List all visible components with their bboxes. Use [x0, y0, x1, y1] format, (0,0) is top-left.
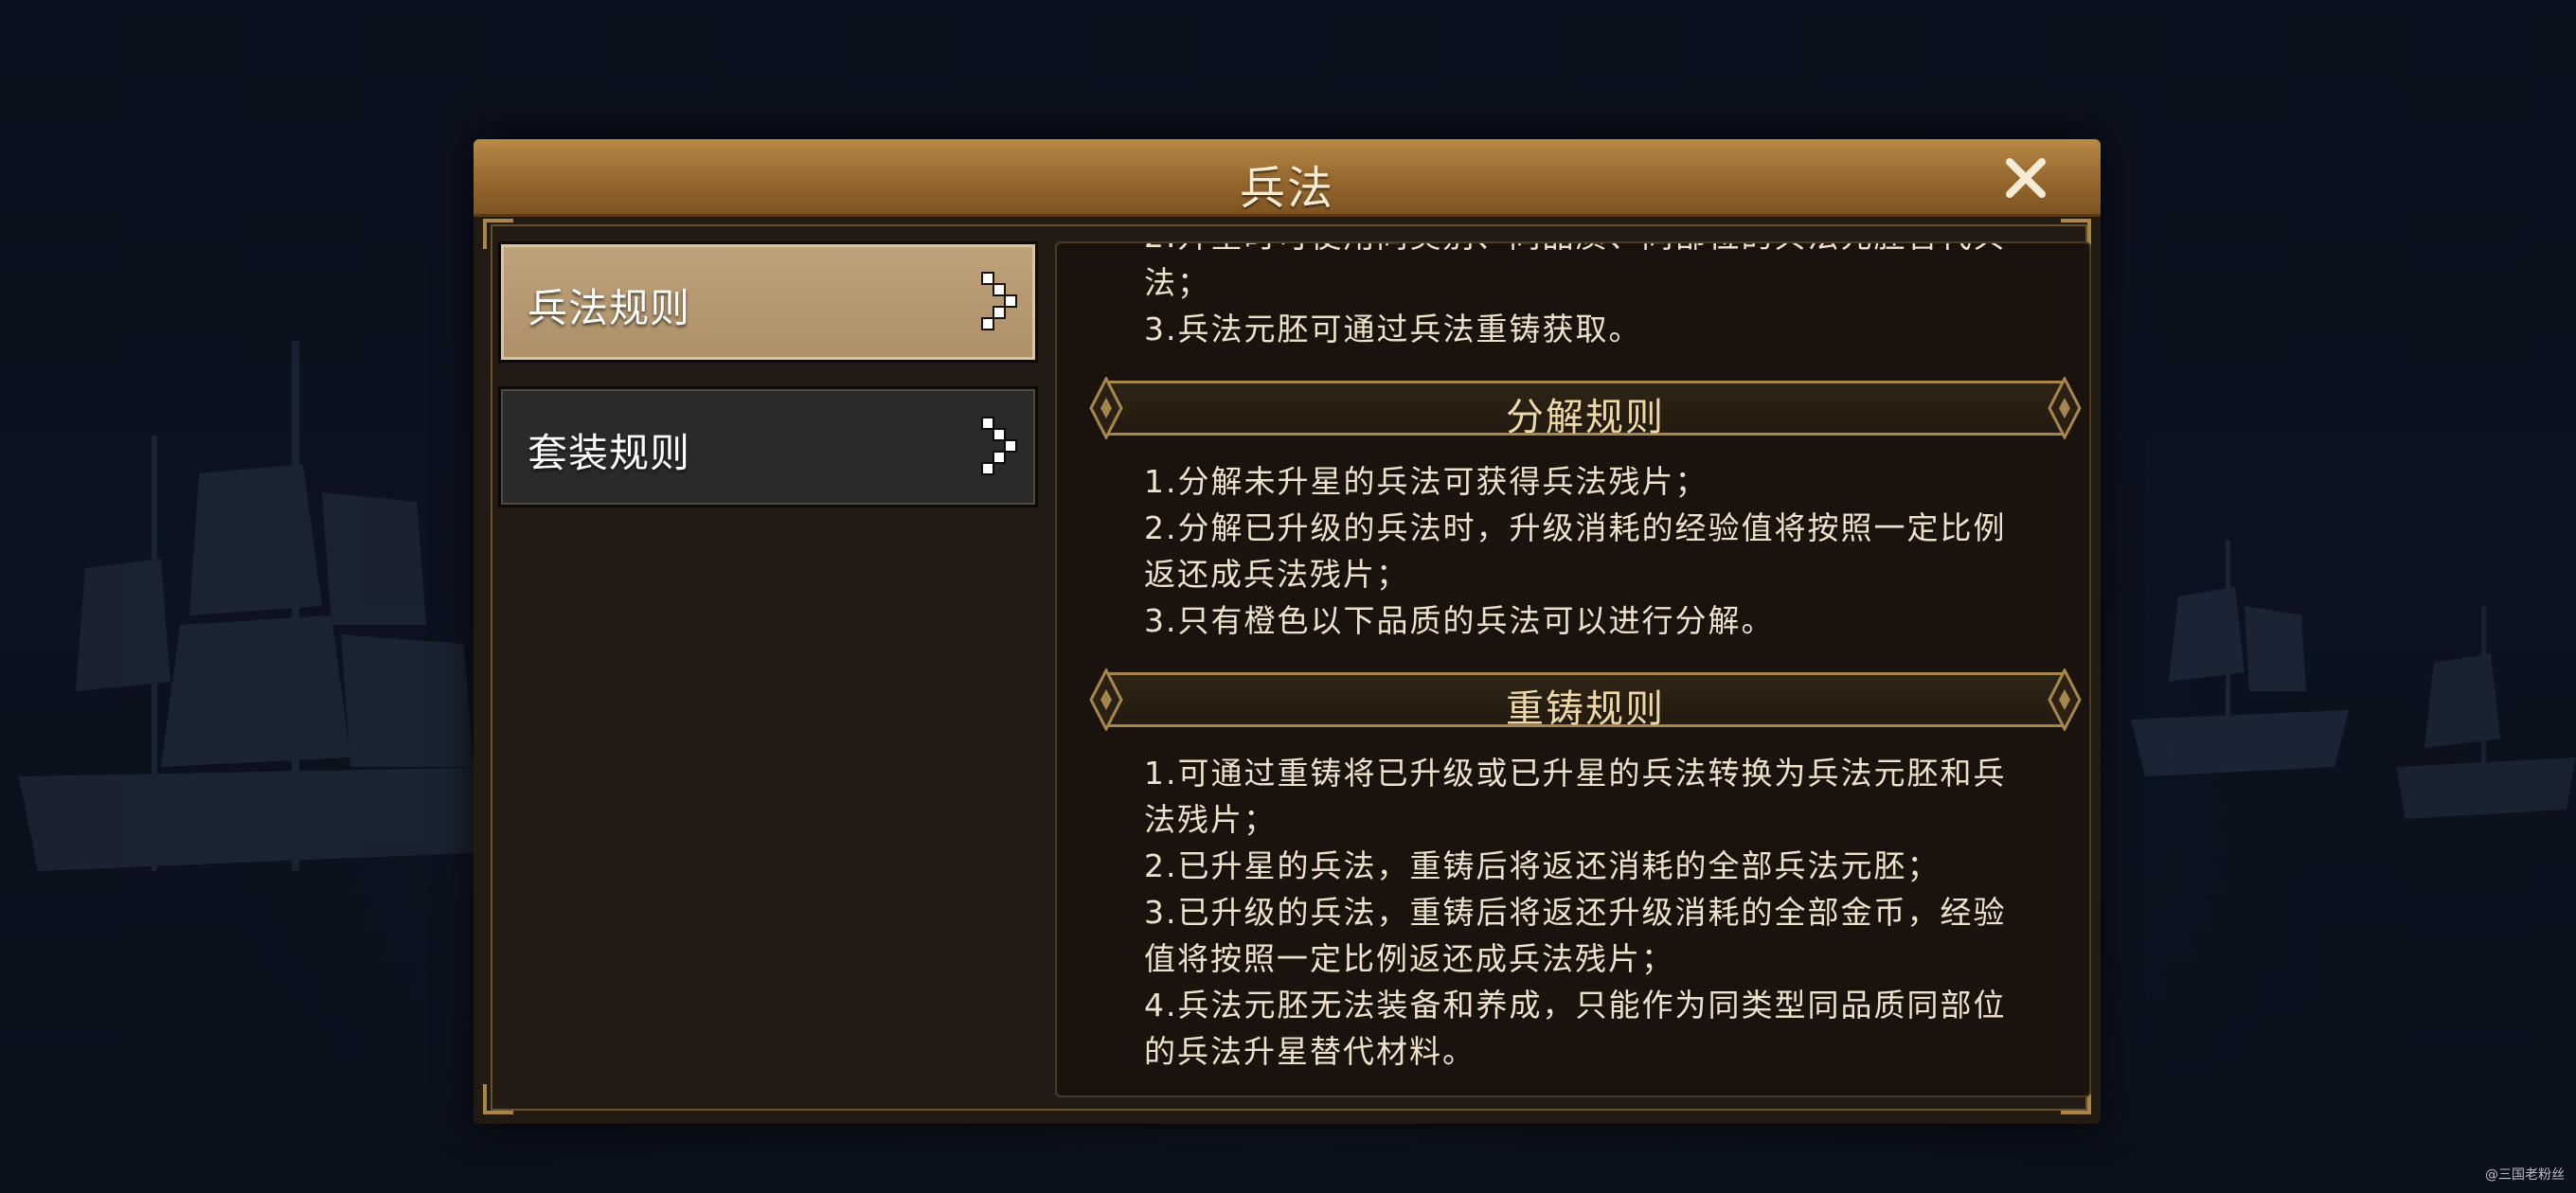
rule-line: 2.分解已升级的兵法时，升级消耗的经验值将按照一定比例返还成兵法残片； [1144, 509, 2007, 593]
tab-bingfa-rules[interactable]: 兵法规则 [498, 241, 1038, 363]
rules-content-panel[interactable]: 2.升星时可使用同类别、同品质、同部位的兵法元胚替代兵法； 3.兵法元胚可通过兵… [1055, 241, 2091, 1097]
tab-set-rules[interactable]: 套装规则 [498, 386, 1038, 507]
rule-line: 3.已升级的兵法，重铸后将返还升级消耗的全部金币，经验值将按照一定比例返还成兵法… [1144, 894, 2007, 977]
section-header-recast: 重铸规则 [1089, 668, 2082, 731]
game-background: 兵法 兵法规则 套装规则 法； 3.兵法元胚可通过兵法重铸获取。 分解规则 1.… [0, 0, 2576, 1193]
chevron-right-icon [981, 272, 1017, 330]
ship-silhouette-left [19, 341, 511, 871]
rules-scroll-area: 2.升星时可使用同类别、同品质、同部位的兵法元胚替代兵法； 3.兵法元胚可通过兵… [1057, 243, 2089, 1075]
title-bar: 兵法 [474, 139, 2101, 217]
tab-label: 兵法规则 [528, 285, 691, 331]
frame-corner-ornament [483, 1084, 513, 1114]
rule-line: 4.兵法元胚无法装备和养成，只能作为同类型同品质同部位的兵法升星替代材料。 [1144, 987, 2007, 1070]
dialog-title: 兵法 [1239, 162, 1334, 215]
rule-line: 1.可通过重铸将已升级或已升星的兵法转换为兵法元胚和兵法残片； [1144, 755, 2007, 838]
chevron-right-icon [981, 417, 1017, 475]
rule-line: 1.分解未升星的兵法可获得兵法残片； [1144, 463, 1708, 500]
rule-line: 3.兵法元胚可通过兵法重铸获取。 [1144, 311, 1642, 347]
watermark: @三国老粉丝 [2485, 1167, 2565, 1183]
section-title: 重铸规则 [1506, 687, 1665, 731]
ship-silhouette-far-right [2396, 606, 2576, 819]
rule-line: 2.已升星的兵法，重铸后将返还消耗的全部兵法元胚； [1144, 847, 1941, 884]
rule-line: 2.升星时可使用同类别、同品质、同部位的兵法元胚替代兵法； [1144, 243, 2005, 301]
section-header-decompose: 分解规则 [1089, 377, 2082, 439]
ship-silhouette-right [2131, 540, 2349, 776]
close-button[interactable] [2000, 152, 2051, 204]
rule-line: 3.只有橙色以下品质的兵法可以进行分解。 [1144, 602, 1775, 639]
tab-label: 套装规则 [528, 430, 691, 476]
section-title: 分解规则 [1506, 396, 1665, 439]
rules-dialog: 兵法 兵法规则 套装规则 法； 3.兵法元胚可通过兵法重铸获取。 分解规则 1.… [474, 139, 2101, 1124]
close-icon [2006, 158, 2046, 198]
